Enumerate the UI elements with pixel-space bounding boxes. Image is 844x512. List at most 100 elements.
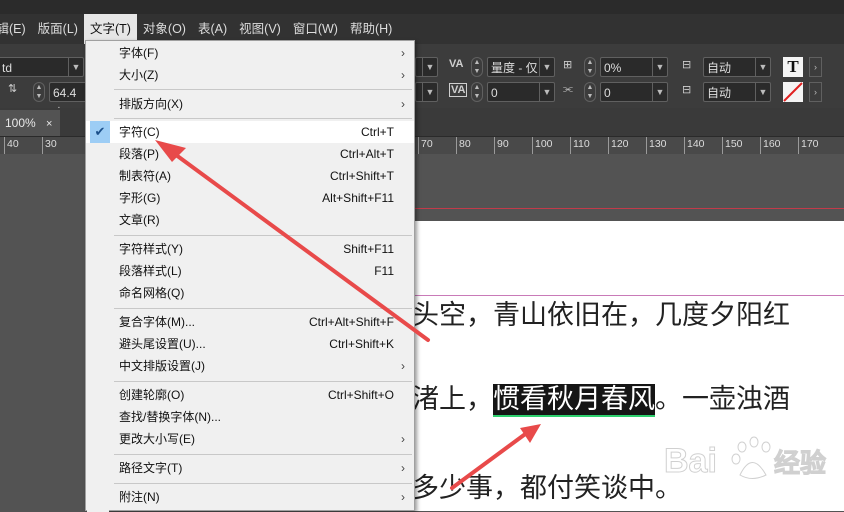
baseline-icon: ⫘ — [563, 83, 573, 95]
ruler-tick: 150 — [722, 137, 743, 154]
chevron-down-icon[interactable]: ▼ — [422, 58, 437, 76]
menu-item-label: 路径文字(T) — [119, 461, 183, 475]
ruler-tick: 130 — [646, 137, 667, 154]
menu-item-named-grids[interactable]: 命名网格(Q) — [86, 282, 414, 304]
chevron-down-icon[interactable]: ▼ — [539, 83, 554, 101]
stroke-none-swatch[interactable] — [783, 82, 803, 102]
menu-item-character[interactable]: ✔ 字符(C) Ctrl+T — [86, 121, 414, 143]
chevron-down-icon[interactable]: ▼ — [755, 83, 770, 101]
svg-text:Bai: Bai — [664, 442, 717, 480]
text-line-2[interactable]: 渚上，惯看秋月春风。一壶浊酒 — [412, 377, 790, 417]
baseline-value: 0 — [604, 86, 611, 100]
menu-item-shortcut: F11 — [374, 264, 394, 278]
baseline-stepper[interactable]: ▲ ▼ — [584, 82, 596, 102]
font-size-input[interactable]: 64.4 点 — [49, 82, 89, 120]
fill-menu-arrow[interactable]: › — [809, 57, 822, 77]
char-align-icon: ⊟ — [682, 84, 692, 96]
selected-text[interactable]: 惯看秋月春风 — [493, 384, 655, 417]
menu-item-glyphs[interactable]: 字形(G) Alt+Shift+F11 — [86, 187, 414, 209]
submenu-arrow-icon: › — [401, 46, 405, 60]
baseline-input[interactable]: 0 ▼ — [600, 82, 668, 102]
menu-item-shortcut: Ctrl+Alt+Shift+F — [308, 315, 394, 329]
chevron-down-icon[interactable]: ▼ — [68, 58, 83, 76]
checkmark-icon: ✔ — [90, 121, 110, 143]
ruler-tick: 120 — [608, 137, 629, 154]
menu-separator — [114, 235, 412, 236]
menu-item-label: 段落(P) — [119, 147, 159, 161]
menu-item-create-outlines[interactable]: 创建轮廓(O) Ctrl+Shift+O — [86, 384, 414, 406]
scale-input[interactable]: 0% ▼ — [600, 57, 668, 77]
chevron-down-icon[interactable]: ▼ — [755, 58, 770, 76]
baidu-watermark-logo: Bai 经验 — [660, 420, 840, 500]
menu-item-notes[interactable]: 附注(N) › — [86, 486, 414, 508]
bleed-guide — [412, 208, 844, 209]
menu-item-paragraph[interactable]: 段落(P) Ctrl+Alt+T — [86, 143, 414, 165]
menu-item-paragraph-styles[interactable]: 段落样式(L) F11 — [86, 260, 414, 282]
title-strip — [0, 0, 844, 14]
auto-select-1[interactable]: 自动 ▼ — [703, 57, 771, 77]
submenu-arrow-icon: › — [401, 359, 405, 373]
chevron-down-icon[interactable]: ▼ — [652, 58, 667, 76]
menu-separator — [114, 381, 412, 382]
menu-separator — [114, 308, 412, 309]
text-segment: 。一壶浊酒 — [655, 384, 790, 415]
ruler-tick: 140 — [684, 137, 705, 154]
kerning-icon: VA — [449, 58, 464, 70]
text-line-1[interactable]: 头空，青山依旧在，几度夕阳红 — [412, 293, 790, 332]
submenu-arrow-icon: › — [401, 68, 405, 82]
field-stub-1[interactable]: ▼ — [415, 57, 438, 77]
submenu-arrow-icon: › — [401, 97, 405, 111]
text-line-3[interactable]: 多少事，都付笑谈中。 — [412, 466, 682, 505]
font-style-value: td — [2, 61, 13, 75]
close-icon[interactable]: × — [46, 118, 52, 130]
menu-item-change-case[interactable]: 更改大小写(E) › — [86, 428, 414, 450]
size-stepper[interactable]: ▲ ▼ — [33, 82, 45, 102]
menu-item-shortcut: Ctrl+T — [361, 125, 394, 139]
menu-item-shortcut: Alt+Shift+F11 — [322, 191, 394, 205]
menu-item-label: 字形(G) — [119, 191, 161, 205]
menu-item-composite-fonts[interactable]: 复合字体(M)... Ctrl+Alt+Shift+F — [86, 311, 414, 333]
menu-item-mojikumi[interactable]: 中文排版设置(J) › — [86, 355, 414, 377]
auto-value-2: 自动 — [707, 86, 732, 100]
font-style-select[interactable]: td ▼ — [0, 57, 84, 77]
auto-select-2[interactable]: 自动 ▼ — [703, 82, 771, 102]
menu-item-label: 创建轮廓(O) — [119, 388, 185, 402]
tracking-input[interactable]: 0 ▼ — [487, 82, 555, 102]
menu-item-shortcut: Shift+F11 — [343, 242, 394, 256]
menu-item-character-styles[interactable]: 字符样式(Y) Shift+F11 — [86, 238, 414, 260]
tracking-icon: VA — [449, 83, 468, 97]
kerning-stepper[interactable]: ▲ ▼ — [471, 57, 483, 77]
ruler-tick: 100 — [532, 137, 553, 154]
menu-item-find-font[interactable]: 查找/替换字体(N)... — [86, 406, 414, 428]
field-stub-2[interactable]: ▼ — [415, 82, 438, 102]
menu-separator — [114, 89, 412, 90]
menu-item-orientation[interactable]: 排版方向(X) › — [86, 93, 414, 115]
zoom-level: 100% — [5, 116, 36, 130]
menu-item-font[interactable]: 字体(F) › — [86, 42, 414, 64]
menu-item-type-on-path[interactable]: 路径文字(T) › — [86, 457, 414, 479]
menu-item-label: 制表符(A) — [119, 169, 171, 183]
menu-item-size[interactable]: 大小(Z) › — [86, 64, 414, 86]
menu-item-label: 更改大小写(E) — [119, 432, 195, 446]
chevron-down-icon[interactable]: ▼ — [422, 83, 437, 101]
kerning-select[interactable]: 量度 - 仅 ▼ — [487, 57, 555, 77]
frame-edge-guide — [412, 295, 844, 296]
text-fill-swatch[interactable]: T — [783, 57, 803, 77]
menu-item-label: 字符(C) — [119, 125, 160, 139]
menu-item-label: 附注(N) — [119, 490, 160, 504]
tracking-stepper[interactable]: ▲ ▼ — [471, 82, 483, 102]
scale-stepper[interactable]: ▲ ▼ — [584, 57, 596, 77]
chevron-down-icon[interactable]: ▼ — [539, 58, 554, 76]
menu-layout[interactable]: 版面(L) — [32, 14, 84, 44]
menu-item-kinsoku[interactable]: 避头尾设置(U)... Ctrl+Shift+K — [86, 333, 414, 355]
menu-separator — [114, 118, 412, 119]
stroke-menu-arrow[interactable]: › — [809, 82, 822, 102]
type-menu-dropdown: 字体(F) › 大小(Z) › 排版方向(X) › ✔ 字符(C) Ctrl+T… — [85, 40, 415, 512]
menu-item-label: 命名网格(Q) — [119, 286, 185, 300]
menu-item-label: 查找/替换字体(N)... — [119, 410, 221, 424]
menu-item-tabs[interactable]: 制表符(A) Ctrl+Shift+T — [86, 165, 414, 187]
document-tab[interactable]: 100% × — [0, 110, 60, 136]
menu-item-story[interactable]: 文章(R) — [86, 209, 414, 231]
menu-edit[interactable]: 编辑(E) — [0, 14, 32, 44]
chevron-down-icon[interactable]: ▼ — [652, 83, 667, 101]
